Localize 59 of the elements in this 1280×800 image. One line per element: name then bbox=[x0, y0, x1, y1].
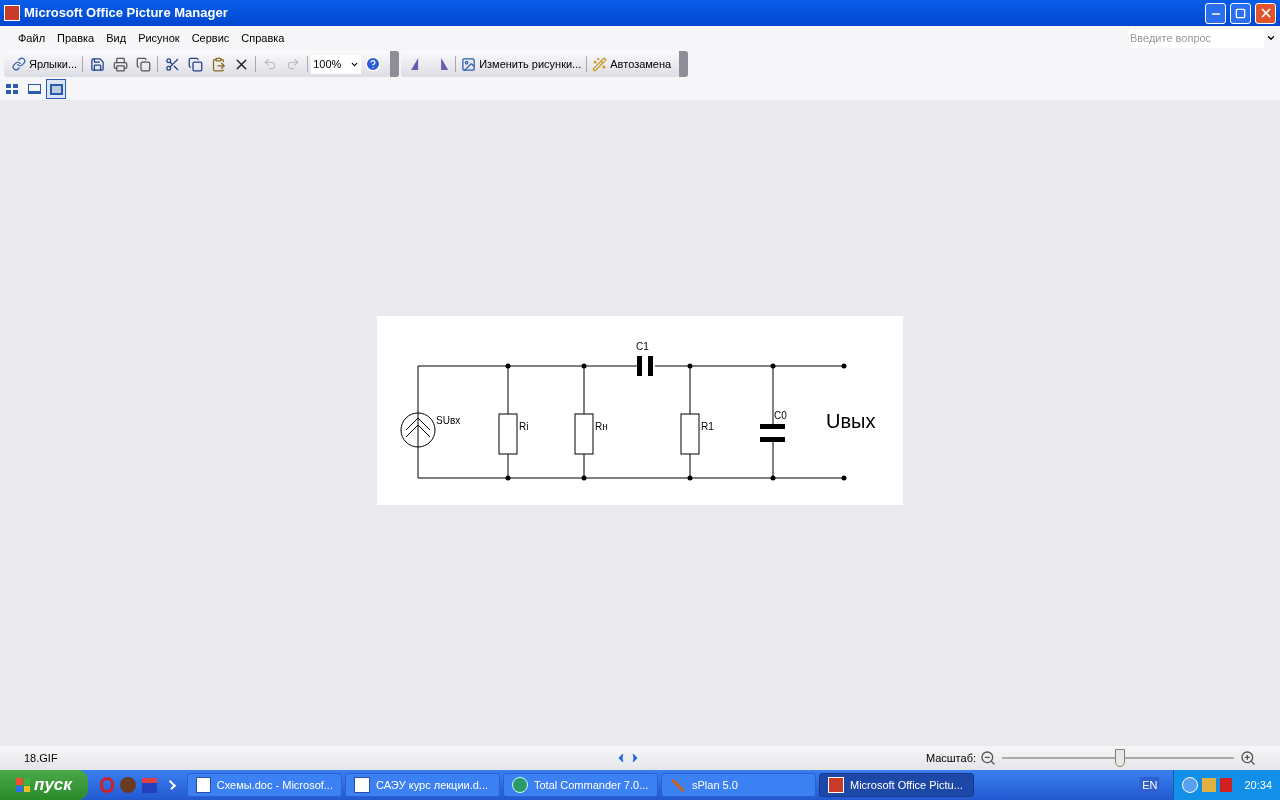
taskbar-button[interactable]: САЭУ курс лекции.d... bbox=[345, 773, 500, 797]
capacitor-label: C0 bbox=[774, 409, 787, 421]
expand-tray-icon[interactable] bbox=[1182, 777, 1199, 793]
menu-item[interactable]: Сервис bbox=[185, 29, 236, 47]
zoom-in-button[interactable] bbox=[1240, 750, 1256, 766]
menu-item[interactable]: Рисунок bbox=[132, 29, 186, 47]
menu-item[interactable]: Файл bbox=[12, 29, 52, 47]
zoom-label: Масштаб: bbox=[925, 750, 976, 766]
undo-icon bbox=[263, 57, 278, 71]
app-icon bbox=[4, 5, 20, 21]
toolbar-options-icon[interactable] bbox=[390, 51, 400, 77]
magic-wand-icon bbox=[592, 56, 608, 72]
help-icon bbox=[365, 56, 382, 72]
pages-icon bbox=[135, 56, 151, 72]
minimize-button[interactable] bbox=[1205, 2, 1226, 24]
taskbar-button[interactable]: Microsoft Office Pictu... bbox=[819, 773, 974, 797]
printer-icon bbox=[112, 56, 128, 72]
dropdown-icon[interactable] bbox=[1266, 33, 1276, 43]
shortcuts-button[interactable]: Ярлыки... bbox=[10, 53, 80, 75]
redo-icon bbox=[286, 57, 301, 71]
maximize-icon bbox=[1235, 7, 1246, 19]
taskbar-button[interactable]: Total Commander 7.0... bbox=[503, 773, 658, 797]
window-title: Microsoft Office Picture Manager bbox=[24, 4, 229, 23]
start-button[interactable]: пуск bbox=[0, 770, 88, 800]
taskbar-button[interactable]: sPlan 5.0 bbox=[661, 773, 816, 797]
picture-icon bbox=[461, 56, 477, 72]
copy-icon bbox=[187, 56, 203, 72]
source-label: SUвх bbox=[436, 414, 461, 426]
paste-icon bbox=[210, 56, 226, 72]
clock: 20:34 bbox=[1244, 777, 1272, 793]
resistor-label: Ri bbox=[519, 420, 529, 432]
zoom-slider[interactable] bbox=[1002, 749, 1234, 767]
resistor-label: Rн bbox=[595, 420, 608, 432]
save-icon bbox=[89, 56, 105, 72]
output-voltage-label: Uвых bbox=[826, 409, 876, 432]
close-button[interactable] bbox=[1255, 2, 1276, 24]
menu-item[interactable]: Правка bbox=[51, 29, 101, 47]
menu-item[interactable]: Вид bbox=[100, 29, 133, 47]
windows-logo-icon bbox=[16, 778, 31, 792]
menu-item[interactable]: Справка bbox=[235, 29, 291, 47]
picture-icon bbox=[828, 777, 844, 793]
zoom-dropdown[interactable]: 100% bbox=[311, 54, 362, 74]
link-icon bbox=[12, 57, 26, 71]
capacitor-label: C1 bbox=[636, 340, 649, 352]
zoom-out-button[interactable] bbox=[980, 750, 996, 766]
document-icon bbox=[354, 777, 370, 793]
cut-icon bbox=[164, 56, 180, 72]
view-mode-button[interactable] bbox=[46, 79, 66, 99]
maximize-button[interactable] bbox=[1230, 2, 1251, 24]
auto-correct-button[interactable]: Автозамена bbox=[590, 53, 674, 75]
language-indicator[interactable]: EN bbox=[1140, 776, 1160, 794]
document-icon bbox=[196, 777, 211, 793]
file-name: 18.GIF bbox=[24, 750, 59, 766]
slider-thumb[interactable] bbox=[1115, 749, 1126, 767]
edit-pictures-button[interactable]: Изменить рисунки... bbox=[459, 53, 584, 75]
help-search-field[interactable]: Введите вопрос bbox=[1129, 28, 1264, 48]
toolbar-options-icon[interactable] bbox=[679, 51, 689, 77]
resistor-label: R1 bbox=[701, 420, 714, 432]
taskbar-button[interactable]: Схемы.doc - Microsof... bbox=[187, 773, 342, 797]
